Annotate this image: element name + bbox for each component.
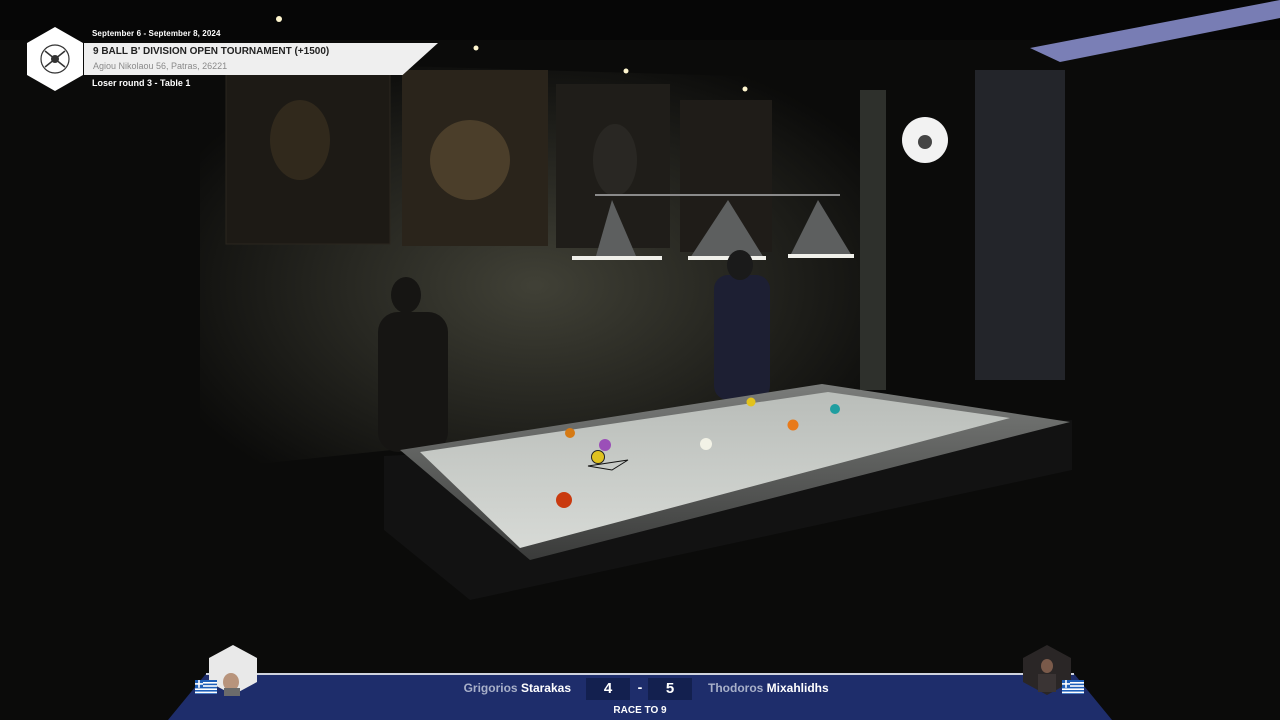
- player-left-first-name: Grigorios: [463, 681, 518, 695]
- scoreboard-divider: [206, 673, 1074, 675]
- round-label: Loser round 3 - Table 1: [92, 78, 191, 88]
- stream-frame: September 6 - September 8, 2024 9 BALL B…: [0, 0, 1280, 720]
- player-right-last-name: Mixahlidhs: [766, 681, 829, 695]
- player-right-first-name: Thodoros: [708, 681, 764, 695]
- player-left-score: 4: [586, 678, 630, 700]
- venue-address: Agiou Nikolaou 56, Patras, 26221: [93, 61, 228, 71]
- club-logo-icon: [27, 27, 83, 91]
- player-right-score: 5: [648, 678, 692, 700]
- player-left-last-name: Starakas: [520, 681, 571, 695]
- player-left-name: Grigorios Starakas: [464, 681, 571, 695]
- billiards-room-scene: [0, 0, 1280, 720]
- tournament-dates: September 6 - September 8, 2024: [92, 29, 221, 38]
- greece-flag-icon: [1062, 680, 1084, 694]
- tournament-title: 9 BALL B' DIVISION OPEN TOURNAMENT (+150…: [93, 46, 330, 57]
- greece-flag-icon: [195, 680, 217, 694]
- race-to-label: RACE TO 9: [613, 705, 667, 716]
- player-right-name: Thodoros Mixahlidhs: [708, 681, 829, 695]
- score-separator: -: [637, 679, 643, 695]
